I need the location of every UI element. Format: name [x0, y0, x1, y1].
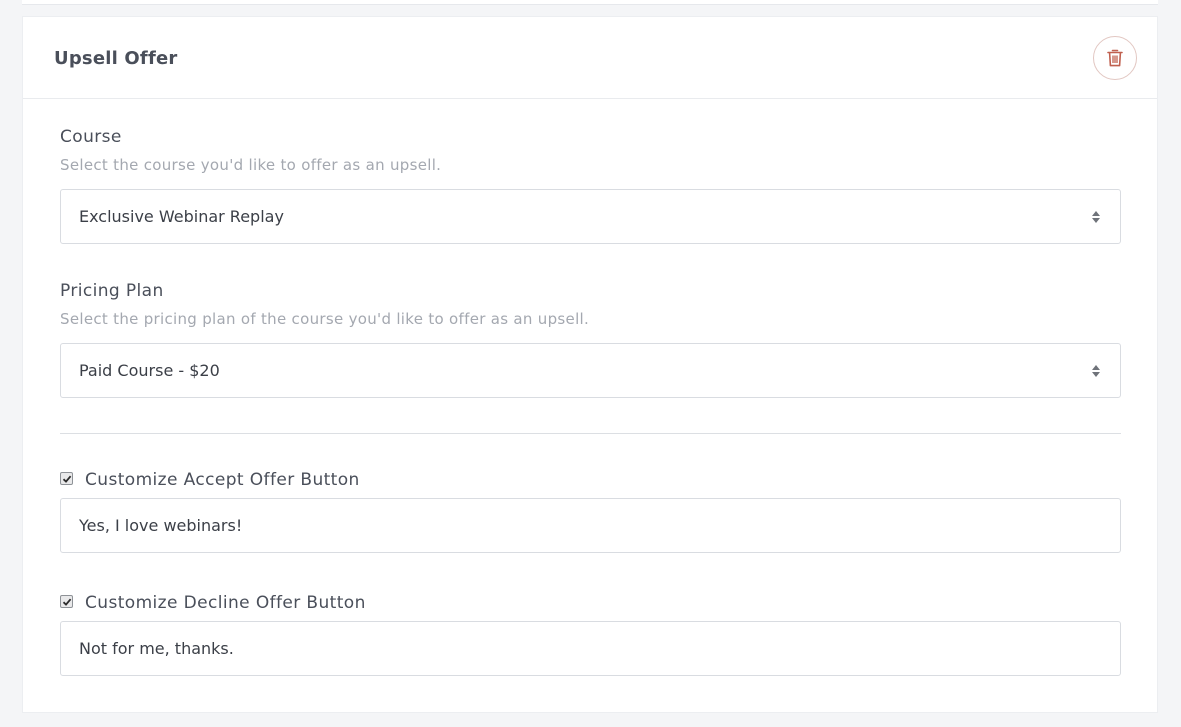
card-title: Upsell Offer	[54, 48, 178, 69]
decline-button-checkbox-label[interactable]: Customize Decline Offer Button	[85, 593, 366, 613]
pricing-plan-help-text: Select the pricing plan of the course yo…	[60, 310, 590, 328]
accept-button-checkbox[interactable]	[60, 471, 73, 485]
sort-arrows-icon	[1092, 365, 1100, 377]
decline-button-toggle-row: Customize Decline Offer Button	[60, 591, 366, 613]
pricing-plan-selected-value: Paid Course - $20	[79, 361, 220, 380]
section-divider	[60, 433, 1121, 434]
decline-button-checkbox[interactable]	[60, 594, 73, 608]
pricing-plan-label: Pricing Plan	[60, 281, 164, 301]
course-label: Course	[60, 127, 122, 147]
decline-button-text-value: Not for me, thanks.	[79, 639, 234, 658]
accept-button-toggle-row: Customize Accept Offer Button	[60, 468, 360, 490]
pricing-plan-select[interactable]: Paid Course - $20	[60, 343, 1121, 398]
trash-icon	[1107, 49, 1123, 67]
card-header: Upsell Offer	[23, 17, 1157, 99]
previous-card-edge	[22, 0, 1158, 5]
accept-button-text-input[interactable]: Yes, I love webinars!	[60, 498, 1121, 553]
accept-button-checkbox-label[interactable]: Customize Accept Offer Button	[85, 470, 360, 490]
checkmark-icon	[62, 475, 72, 483]
delete-button[interactable]	[1093, 36, 1137, 80]
upsell-offer-card: Upsell Offer Course Select the course yo…	[22, 16, 1158, 713]
accept-button-text-value: Yes, I love webinars!	[79, 516, 243, 535]
checkmark-icon	[62, 598, 72, 606]
course-help-text: Select the course you'd like to offer as…	[60, 156, 442, 174]
course-selected-value: Exclusive Webinar Replay	[79, 207, 284, 226]
course-select[interactable]: Exclusive Webinar Replay	[60, 189, 1121, 244]
decline-button-text-input[interactable]: Not for me, thanks.	[60, 621, 1121, 676]
sort-arrows-icon	[1092, 211, 1100, 223]
